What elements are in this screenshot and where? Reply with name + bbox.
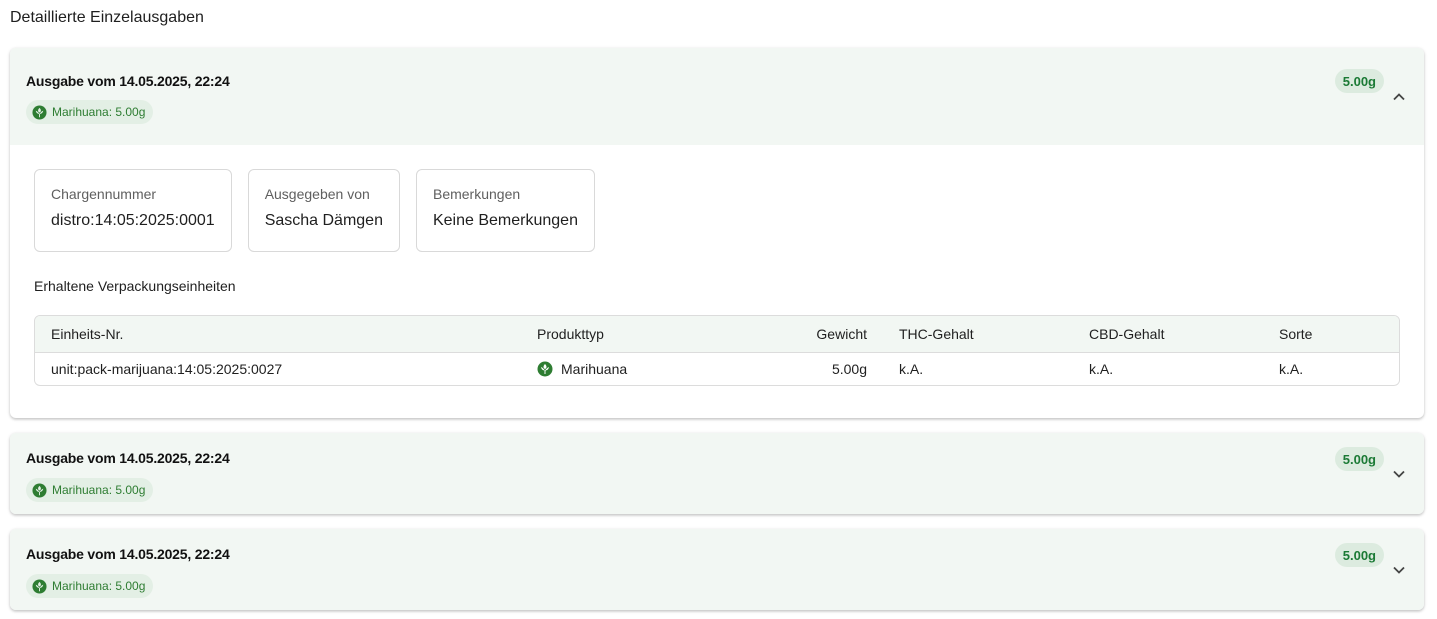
- chevron-up-icon[interactable]: [1392, 90, 1406, 104]
- total-badge: 5.00g: [1334, 447, 1384, 471]
- charge-label: Chargennummer: [51, 186, 157, 202]
- dispense-panel: Ausgabe vom 14.05.2025, 22:24 Marihuana:…: [10, 48, 1424, 418]
- col-header-sort: Sorte: [1263, 316, 1399, 353]
- panel-header[interactable]: Ausgabe vom 14.05.2025, 22:24 Marihuana:…: [10, 529, 1424, 610]
- panel-title: Ausgabe vom 14.05.2025, 22:24: [26, 546, 230, 562]
- table-header-row: Einheits-Nr. Produkttyp Gewicht THC-Geha…: [35, 316, 1399, 353]
- col-header-cbd: CBD-Gehalt: [1073, 316, 1263, 353]
- total-badge: 5.00g: [1334, 69, 1384, 93]
- dispense-panel: Ausgabe vom 14.05.2025, 22:24 Marihuana:…: [10, 433, 1424, 514]
- product-chip-label: Marihuana: 5.00g: [52, 105, 146, 119]
- col-header-unit: Einheits-Nr.: [35, 316, 521, 353]
- plant-icon: [32, 104, 47, 120]
- total-badge: 5.00g: [1334, 543, 1384, 567]
- product-type-label: Marihuana: [561, 360, 628, 377]
- dispense-panel: Ausgabe vom 14.05.2025, 22:24 Marihuana:…: [10, 529, 1424, 610]
- product-type-cell: Marihuana: [521, 352, 711, 385]
- sort-cell: k.A.: [1279, 360, 1304, 377]
- panel-body: Chargennummer distro:14:05:2025:0001 Aus…: [10, 145, 1424, 418]
- panel-title: Ausgabe vom 14.05.2025, 22:24: [26, 450, 230, 466]
- charge-card: Chargennummer distro:14:05:2025:0001: [34, 169, 232, 252]
- issuer-label: Ausgegeben von: [264, 186, 370, 202]
- col-header-thc: THC-Gehalt: [883, 316, 1073, 353]
- chevron-down-icon[interactable]: [1392, 563, 1406, 577]
- col-header-weight: Gewicht: [711, 316, 883, 353]
- notes-label: Bemerkungen: [432, 186, 521, 202]
- page-title: Detaillierte Einzelausgaben: [10, 9, 204, 26]
- units-table: Einheits-Nr. Produkttyp Gewicht THC-Geha…: [34, 315, 1400, 386]
- product-chip-label: Marihuana: 5.00g: [52, 579, 146, 593]
- issuer-card: Ausgegeben von Sascha Dämgen: [247, 169, 400, 252]
- unit-number-cell: unit:pack-marijuana:14:05:2025:0027: [51, 360, 283, 377]
- charge-value: distro:14:05:2025:0001: [51, 212, 215, 229]
- weight-cell: 5.00g: [831, 360, 867, 377]
- product-chip: Marihuana: 5.00g: [26, 100, 154, 124]
- table-row: unit:pack-marijuana:14:05:2025:0027 Mari…: [35, 352, 1399, 385]
- product-chip: Marihuana: 5.00g: [26, 478, 154, 502]
- info-row: Chargennummer distro:14:05:2025:0001 Aus…: [34, 169, 1400, 252]
- plant-icon: [537, 361, 553, 377]
- units-section-title: Erhaltene Verpackungseinheiten: [34, 278, 236, 294]
- issuer-value: Sascha Dämgen: [264, 212, 383, 229]
- notes-card: Bemerkungen Keine Bemerkungen: [415, 169, 595, 252]
- chevron-down-icon[interactable]: [1392, 467, 1406, 481]
- cbd-cell: k.A.: [1089, 360, 1114, 377]
- col-header-product: Produkttyp: [521, 316, 711, 353]
- product-chip-label: Marihuana: 5.00g: [52, 483, 146, 497]
- product-chip: Marihuana: 5.00g: [26, 574, 154, 598]
- plant-icon: [32, 578, 47, 594]
- thc-cell: k.A.: [899, 360, 924, 377]
- notes-value: Keine Bemerkungen: [432, 212, 578, 229]
- panel-title: Ausgabe vom 14.05.2025, 22:24: [26, 73, 230, 89]
- plant-icon: [32, 482, 47, 498]
- panel-header[interactable]: Ausgabe vom 14.05.2025, 22:24 Marihuana:…: [10, 433, 1424, 514]
- panel-header[interactable]: Ausgabe vom 14.05.2025, 22:24 Marihuana:…: [10, 48, 1424, 145]
